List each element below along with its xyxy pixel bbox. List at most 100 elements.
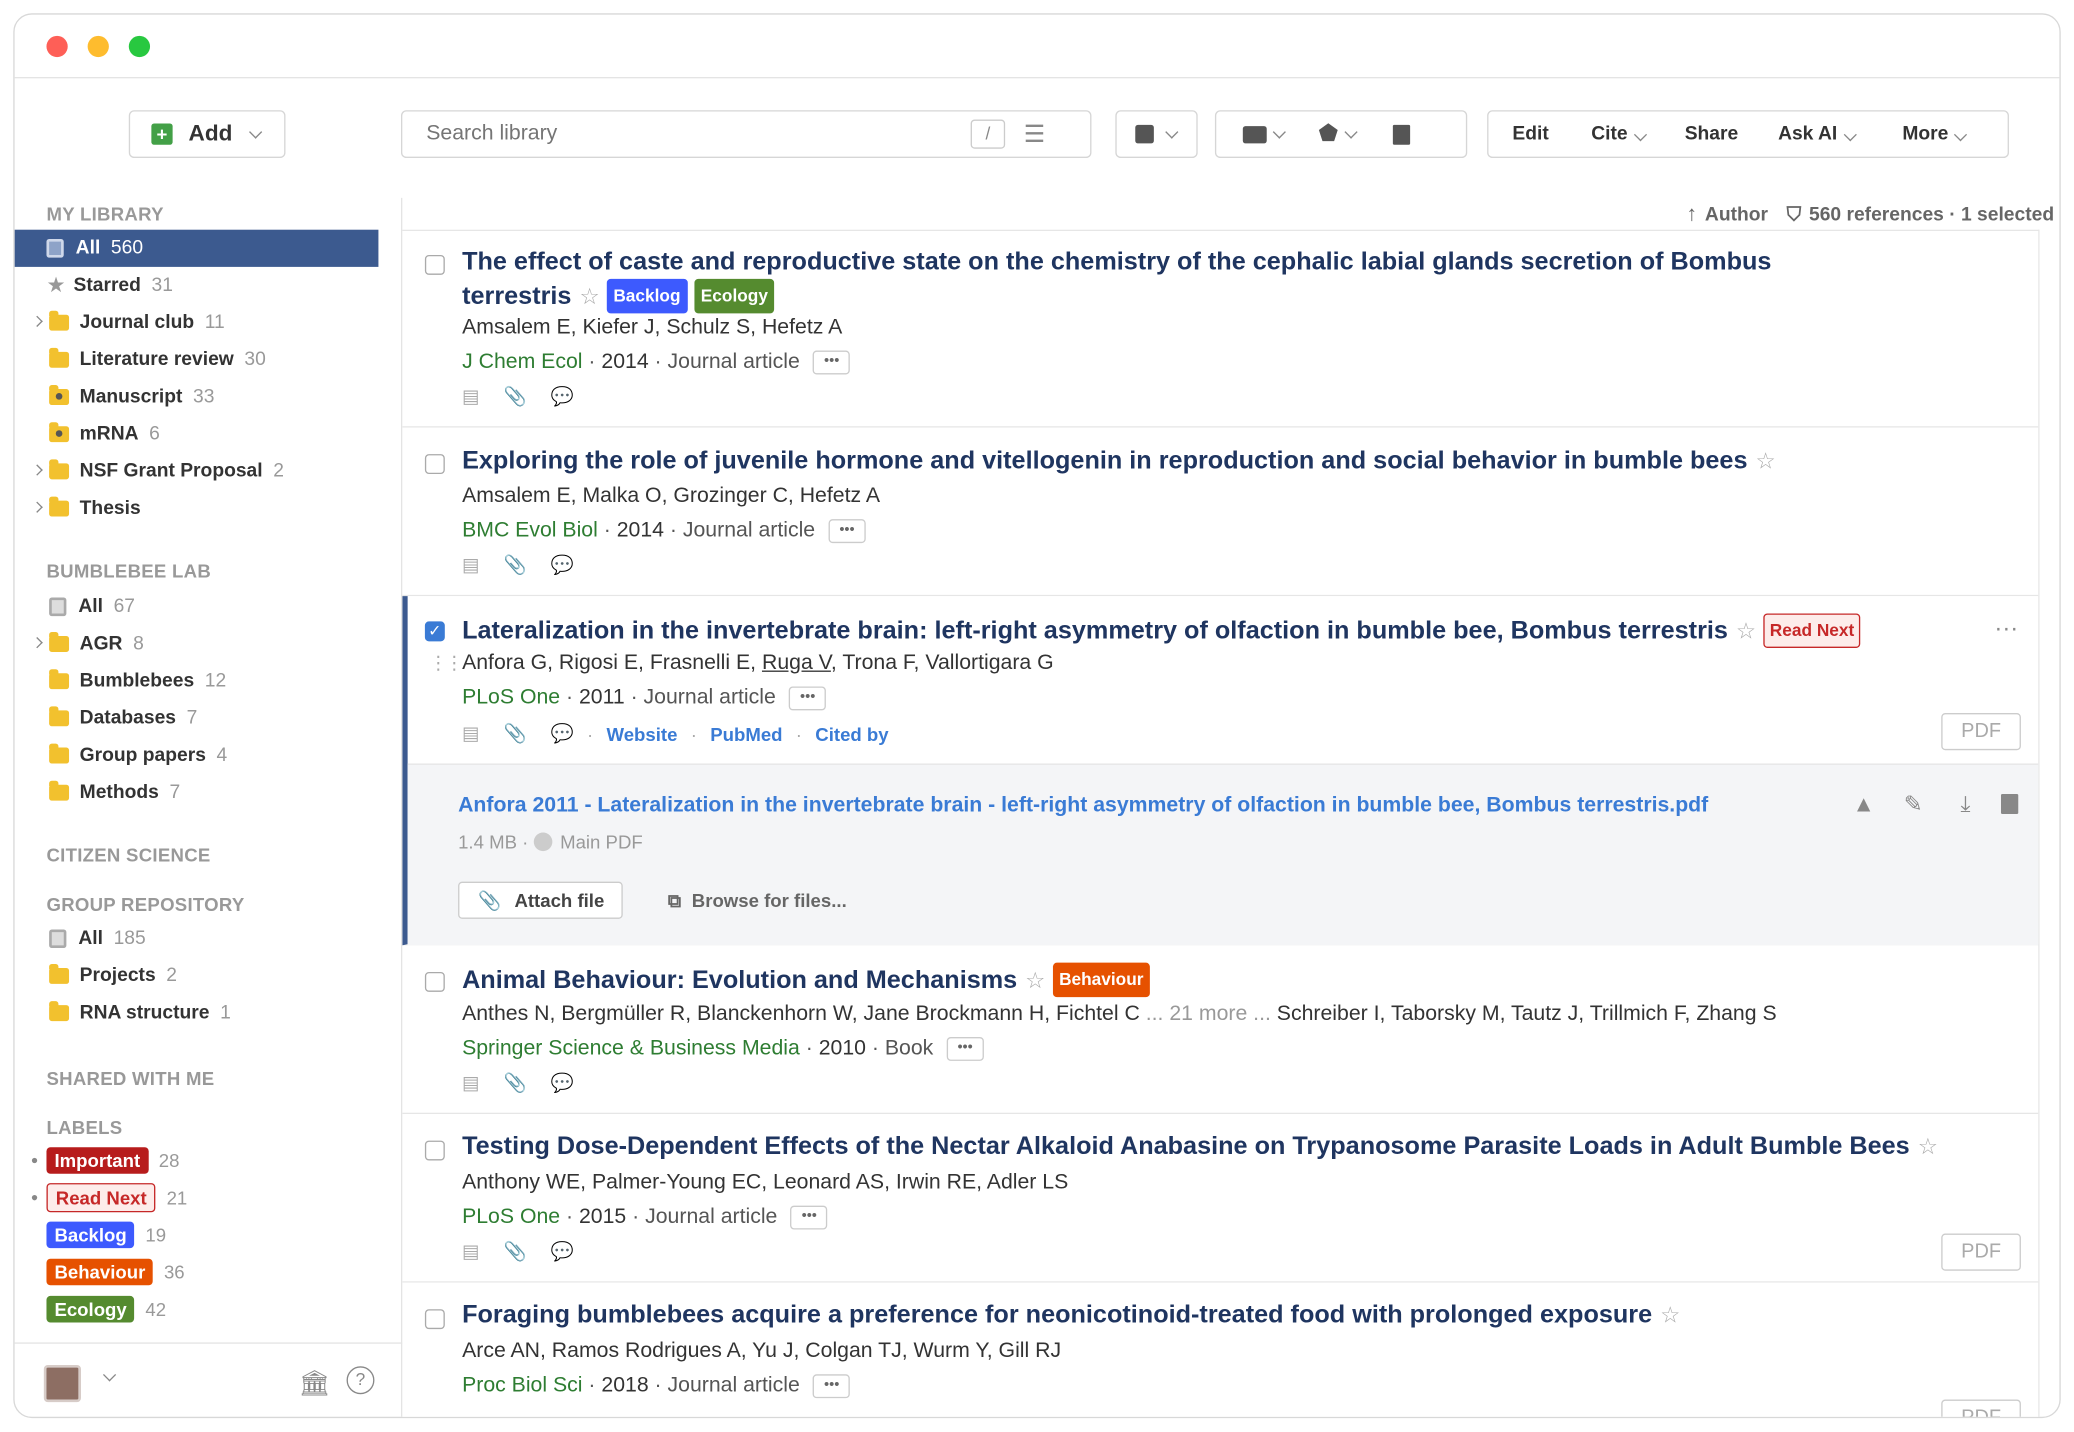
select-checkbox[interactable] bbox=[424, 254, 445, 275]
paperclip-icon[interactable]: 📎 bbox=[504, 554, 527, 577]
more-options-icon[interactable]: ••• bbox=[828, 519, 866, 544]
journal-name[interactable]: Proc Biol Sci bbox=[462, 1374, 582, 1398]
select-checkbox[interactable] bbox=[424, 1309, 445, 1330]
reference-title[interactable]: Animal Behaviour: Evolution and Mechanis… bbox=[462, 962, 1151, 998]
sidebar-item-databases[interactable]: Databases 7 bbox=[15, 700, 379, 737]
drag-handle-icon[interactable]: ⋮⋮ bbox=[429, 652, 464, 675]
minimize-window-button[interactable] bbox=[87, 35, 109, 58]
attachment-filename[interactable]: Anfora 2011 - Lateralization in the inve… bbox=[458, 794, 1708, 818]
sidebar-item-mrna[interactable]: mRNA 6 bbox=[15, 416, 379, 453]
pdf-button[interactable]: PDF bbox=[1941, 1399, 2021, 1417]
expand-icon[interactable] bbox=[31, 637, 43, 649]
more-options-icon[interactable]: ••• bbox=[813, 1374, 851, 1399]
notes-icon[interactable]: ▤ bbox=[462, 385, 480, 408]
sidebar-item-all[interactable]: All 560 bbox=[14, 229, 379, 267]
institution-icon[interactable]: 🏛 bbox=[299, 1368, 331, 1400]
star-icon[interactable]: ☆ bbox=[1918, 1134, 1938, 1159]
add-button[interactable]: + Add bbox=[128, 110, 286, 159]
pdf-button[interactable]: PDF bbox=[1941, 1233, 2021, 1271]
star-icon[interactable]: ☆ bbox=[579, 284, 599, 309]
reference-item-selected[interactable]: ✓ ⋮⋮ Lateralization in the invertebrate … bbox=[402, 596, 2039, 946]
sidebar-item-methods[interactable]: Methods 7 bbox=[15, 774, 379, 811]
paperclip-icon[interactable]: 📎 bbox=[504, 1240, 527, 1263]
download-icon[interactable]: ⤓ bbox=[1960, 791, 1970, 818]
more-button[interactable]: More bbox=[1902, 123, 1968, 145]
label-item-important[interactable]: Important 28 bbox=[31, 1146, 179, 1175]
sidebar-item-repo-all[interactable]: All 185 bbox=[15, 920, 379, 957]
reference-title[interactable]: Exploring the role of juvenile hormone a… bbox=[462, 446, 1776, 478]
journal-name[interactable]: BMC Evol Biol bbox=[462, 519, 598, 543]
website-link[interactable]: Website bbox=[607, 723, 678, 744]
more-options-icon[interactable]: ••• bbox=[946, 1037, 984, 1061]
comment-icon[interactable]: 💬 bbox=[551, 1072, 574, 1095]
search-input[interactable] bbox=[426, 122, 971, 147]
select-checkbox-checked[interactable]: ✓ bbox=[424, 621, 445, 642]
select-checkbox[interactable] bbox=[424, 454, 445, 475]
comment-icon[interactable]: 💬 bbox=[551, 385, 574, 408]
browse-files-link[interactable]: ⧉ Browse for files... bbox=[668, 890, 847, 913]
comment-icon[interactable]: 💬 bbox=[551, 554, 574, 577]
more-options-icon[interactable]: ••• bbox=[813, 350, 851, 375]
notes-icon[interactable]: ▤ bbox=[462, 554, 480, 577]
attach-file-button[interactable]: 📎 Attach file bbox=[458, 881, 623, 919]
paperclip-icon[interactable]: 📎 bbox=[504, 722, 527, 745]
sort-arrow-up-icon[interactable]: ↑ bbox=[1686, 203, 1697, 227]
ask-ai-button[interactable]: Ask AI bbox=[1778, 123, 1857, 145]
tag-icon[interactable]: ⬟ bbox=[1319, 121, 1339, 148]
sidebar-item-journal-club[interactable]: Journal club 11 bbox=[15, 304, 379, 341]
close-window-button[interactable] bbox=[46, 35, 68, 58]
reference-title[interactable]: Testing Dose-Dependent Effects of the Ne… bbox=[462, 1131, 1938, 1163]
star-icon[interactable]: ☆ bbox=[1736, 619, 1756, 644]
pdf-button[interactable]: PDF bbox=[1941, 713, 2021, 751]
label-item-ecology[interactable]: Ecology 42 bbox=[46, 1295, 166, 1324]
reference-title[interactable]: Foraging bumblebees acquire a preference… bbox=[462, 1300, 1680, 1332]
pubmed-link[interactable]: PubMed bbox=[710, 723, 782, 744]
drive-icon[interactable]: ▲ bbox=[1853, 791, 1875, 818]
author-highlighted[interactable]: Ruga V bbox=[762, 652, 831, 675]
search-box[interactable]: / ☰ bbox=[400, 110, 1092, 159]
notes-icon[interactable]: ▤ bbox=[462, 1240, 480, 1263]
sidebar-item-starred[interactable]: ★ Starred 31 bbox=[15, 267, 379, 304]
chevron-down-icon[interactable] bbox=[102, 1368, 117, 1382]
zoom-window-button[interactable] bbox=[128, 35, 151, 58]
more-options-icon[interactable]: ••• bbox=[789, 686, 827, 711]
reference-item[interactable]: Animal Behaviour: Evolution and Mechanis… bbox=[402, 945, 2039, 1115]
more-options-icon[interactable]: ••• bbox=[790, 1205, 828, 1230]
avatar[interactable] bbox=[43, 1364, 81, 1403]
cite-button[interactable]: Cite bbox=[1591, 123, 1647, 145]
comment-icon[interactable]: 💬 bbox=[551, 1240, 574, 1263]
label-item-behaviour[interactable]: Behaviour 36 bbox=[46, 1257, 185, 1286]
sidebar-item-rna-structure[interactable]: RNA structure 1 bbox=[15, 995, 379, 1032]
expand-icon[interactable] bbox=[31, 464, 43, 476]
filter-icon[interactable]: ⛉ bbox=[1787, 204, 1801, 225]
section-shared-with-me[interactable]: SHARED WITH ME bbox=[46, 1068, 214, 1089]
sidebar-item-manuscript[interactable]: Manuscript 33 bbox=[15, 378, 379, 415]
reference-item[interactable]: Testing Dose-Dependent Effects of the Ne… bbox=[402, 1114, 2039, 1283]
sidebar-item-literature-review[interactable]: Literature review 30 bbox=[15, 341, 379, 378]
sidebar-item-agr[interactable]: AGR 8 bbox=[15, 625, 379, 662]
sidebar-item-nsf-grant[interactable]: NSF Grant Proposal 2 bbox=[15, 453, 379, 490]
notes-icon[interactable]: ▤ bbox=[462, 1072, 480, 1095]
reference-item[interactable]: Foraging bumblebees acquire a preference… bbox=[402, 1282, 2039, 1417]
cited-by-link[interactable]: Cited by bbox=[815, 723, 888, 744]
trash-icon[interactable] bbox=[1392, 124, 1410, 145]
folder-icon[interactable] bbox=[1242, 125, 1267, 143]
star-icon[interactable]: ☆ bbox=[1660, 1303, 1680, 1328]
sidebar-item-projects[interactable]: Projects 2 bbox=[15, 957, 379, 994]
star-icon[interactable]: ☆ bbox=[1755, 449, 1775, 474]
sidebar-item-group-papers[interactable]: Group papers 4 bbox=[15, 737, 379, 774]
reference-title[interactable]: The effect of caste and reproductive sta… bbox=[462, 247, 1790, 314]
pencil-icon[interactable]: ✎ bbox=[1904, 791, 1923, 818]
sidebar-item-thesis[interactable]: Thesis bbox=[15, 490, 379, 527]
trash-icon[interactable] bbox=[2000, 794, 2019, 814]
star-icon[interactable]: ☆ bbox=[1025, 968, 1045, 993]
sidebar-item-lab-all[interactable]: All 67 bbox=[15, 588, 379, 625]
expand-icon[interactable] bbox=[31, 501, 43, 513]
view-mode-button[interactable] bbox=[1115, 110, 1198, 159]
label-item-read-next[interactable]: Read Next 21 bbox=[31, 1183, 187, 1213]
journal-name[interactable]: PLoS One bbox=[462, 1206, 560, 1230]
comment-icon[interactable]: 💬 bbox=[551, 722, 574, 745]
reference-item[interactable]: The effect of caste and reproductive sta… bbox=[402, 231, 2039, 428]
journal-name[interactable]: J Chem Ecol bbox=[462, 351, 582, 375]
more-menu-icon[interactable]: ··· bbox=[1994, 615, 2018, 643]
